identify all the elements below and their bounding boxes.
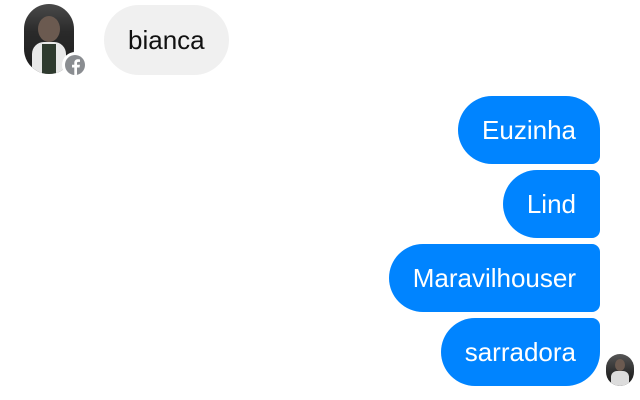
seen-avatar-shirt xyxy=(611,371,629,386)
outgoing-message-bubble[interactable]: Euzinha xyxy=(458,96,600,164)
outgoing-message-bubble[interactable]: Lind xyxy=(502,170,600,238)
avatar-shirt-detail xyxy=(42,44,56,74)
message-text: Lind xyxy=(526,189,576,219)
incoming-message-bubble[interactable]: bianca xyxy=(104,5,229,75)
seen-avatar-face xyxy=(615,359,625,371)
facebook-f-glyph xyxy=(71,59,80,75)
message-text: Maravilhouser xyxy=(412,263,576,293)
message-text: sarradora xyxy=(464,337,576,367)
message-text: Euzinha xyxy=(482,115,576,145)
facebook-badge-circle xyxy=(65,55,85,75)
outgoing-message-bubble[interactable]: sarradora xyxy=(440,318,600,386)
message-text: bianca xyxy=(128,25,205,55)
message-thread: bianca Euzinha Lind Maravilhouser sarrad… xyxy=(0,0,640,400)
facebook-icon xyxy=(62,52,88,78)
outgoing-message-bubble[interactable]: Maravilhouser xyxy=(388,244,600,312)
avatar-face xyxy=(38,16,60,42)
seen-avatar-icon xyxy=(606,354,634,386)
